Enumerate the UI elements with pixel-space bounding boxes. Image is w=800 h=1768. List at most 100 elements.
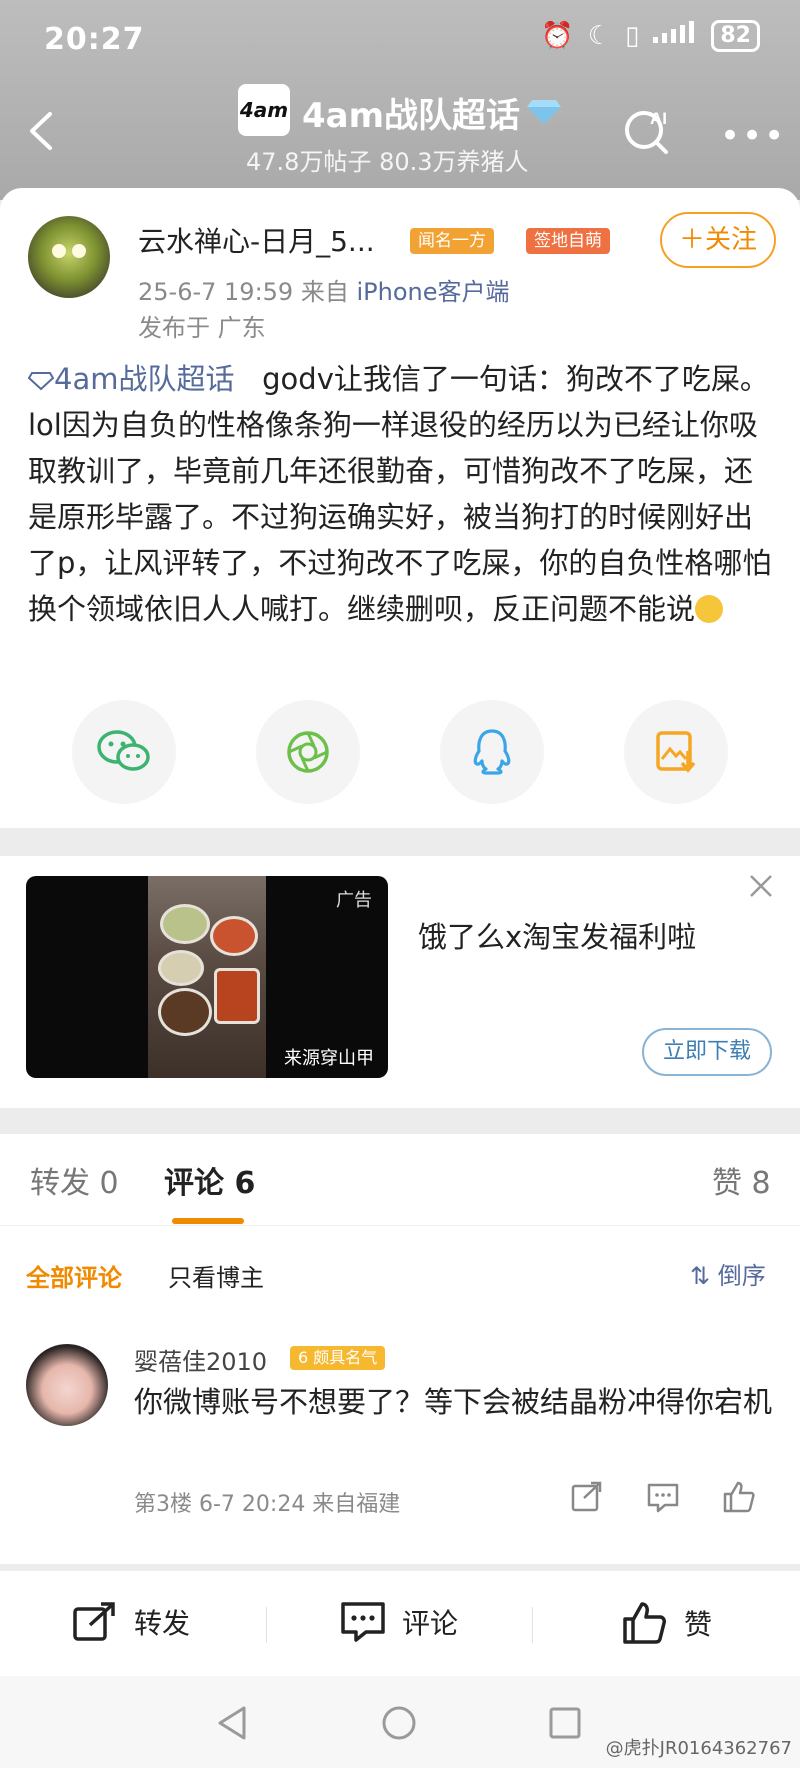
ai-search-icon: AI: [625, 109, 668, 154]
ad-image[interactable]: 广告 来源穿山甲: [26, 876, 388, 1078]
repost-icon: [73, 1602, 115, 1641]
more-button[interactable]: •••: [720, 116, 786, 156]
active-tab-indicator: [172, 1218, 244, 1224]
triangle-back-icon: [218, 1706, 246, 1740]
ad-card[interactable]: 广告 来源穿山甲 饿了么x淘宝发福利啦 立即下载: [0, 856, 800, 1108]
commenter-name[interactable]: 婴蓓佳2010: [134, 1342, 267, 1377]
comment-icon: [647, 1483, 679, 1513]
bottom-like-label: 赞: [684, 1608, 713, 1641]
sort-icon: ⇅: [690, 1262, 711, 1290]
ad-title[interactable]: 饿了么x淘宝发福利啦: [418, 914, 696, 956]
topic-tag-text: 4am战队超话: [54, 362, 235, 396]
topic-header: 4am 4am战队超话 47.8万帖子 80.3万养猪人 AI •••: [0, 80, 800, 180]
post-from-label: 来自: [300, 278, 349, 306]
comment-item: 婴蓓佳2010 6 颇具名气 你微博账号不想要了？等下会被结晶粉冲得你宕机 第3…: [0, 1334, 800, 1534]
comment-actions: [568, 1478, 758, 1516]
post-card: 云水禅心-日月_5... 闻名一方 签地自萌 ＋关注 25-6-7 19:59 …: [0, 188, 800, 828]
thumbs-up-icon: [623, 1602, 666, 1644]
nav-recents-button[interactable]: [546, 1704, 584, 1742]
ad-close-button[interactable]: [748, 872, 774, 907]
tab-like[interactable]: 赞 8: [712, 1158, 771, 1202]
nav-back-button[interactable]: [214, 1704, 252, 1742]
diamond-badge-icon: [526, 98, 562, 126]
divider: [266, 1607, 267, 1643]
author-badge-fame[interactable]: 闻名一方: [410, 228, 494, 254]
interaction-tabs: 转发 0 评论 6 赞 8: [0, 1134, 800, 1226]
author-badge-local[interactable]: 签地自萌: [526, 228, 610, 254]
tab-comment[interactable]: 评论 6: [164, 1158, 255, 1202]
ad-food-photo: [148, 876, 266, 1078]
comment-meta: 第3楼 6-7 20:24 来自福建: [134, 1492, 401, 1517]
repost-icon: [571, 1481, 602, 1512]
comment-filter-row: 全部评论 只看博主 ⇅ 倒序: [0, 1226, 800, 1316]
system-nav-bar: @虎扑JR0164362767: [0, 1676, 800, 1768]
comment-icon: [341, 1602, 385, 1642]
post-text: 4am战队超话 godv让我信了一句话：狗改不了吃屎。lol因为自负的性格像条狗…: [27, 356, 778, 632]
status-icons: ⏰ ☾ ▯ 82: [541, 20, 760, 52]
share-qq-button[interactable]: [440, 700, 544, 804]
back-button[interactable]: [22, 106, 62, 156]
comment-text: 你微博账号不想要了？等下会被结晶粉冲得你宕机: [134, 1385, 773, 1419]
filter-author-only[interactable]: 只看博主: [168, 1258, 264, 1293]
comment-repost-button[interactable]: [568, 1478, 606, 1516]
vibrate-icon: ▯: [625, 21, 640, 51]
more-dots-icon: •••: [720, 116, 787, 156]
post-body-text: godv让我信了一句话：狗改不了吃屎。lol因为自负的性格像条狗一样退役的经历以…: [28, 362, 772, 626]
author-name[interactable]: 云水禅心-日月_5...: [138, 220, 375, 260]
ad-source: 来源穿山甲: [284, 1048, 374, 1069]
filter-all-comments[interactable]: 全部评论: [26, 1258, 122, 1293]
topic-diamond-icon: [27, 372, 55, 391]
wechat-icon: [97, 730, 150, 771]
sad-emoji-icon: [695, 595, 724, 623]
ad-label: 广告: [336, 890, 372, 911]
ai-search-button[interactable]: AI: [620, 102, 676, 158]
post-date: 25-6-7 19:59: [138, 278, 294, 306]
moon-icon: ☾: [587, 21, 612, 51]
bottom-repost-label: 转发: [134, 1607, 191, 1640]
badge-label: 颇具名气: [313, 1348, 378, 1367]
post-source[interactable]: iPhone客户端: [356, 278, 509, 306]
comment-reply-button[interactable]: [644, 1478, 682, 1516]
comments-section: 转发 0 评论 6 赞 8 全部评论 只看博主 ⇅ 倒序 婴蓓佳2010 6 颇…: [0, 1134, 800, 1564]
status-bar: 20:27 ⏰ ☾ ▯ 82: [0, 0, 800, 80]
bottom-comment-button[interactable]: 评论: [340, 1601, 458, 1643]
circle-home-icon: [382, 1706, 416, 1740]
bottom-like-button[interactable]: 赞: [622, 1601, 712, 1645]
save-image-button[interactable]: [624, 700, 728, 804]
battery-icon: 82: [711, 20, 760, 52]
bottom-action-bar: 转发 评论 赞: [0, 1570, 800, 1676]
tab-repost[interactable]: 转发 0: [30, 1158, 119, 1202]
ad-download-button[interactable]: 立即下载: [642, 1028, 772, 1076]
moments-icon: [287, 731, 329, 773]
square-recents-icon: [549, 1707, 581, 1739]
qq-icon: [473, 729, 511, 775]
author-avatar[interactable]: [28, 216, 110, 298]
back-arrow-icon: [30, 112, 52, 150]
topic-logo: 4am: [238, 84, 290, 136]
commenter-badge[interactable]: 6 颇具名气: [290, 1346, 386, 1370]
watermark: @虎扑JR0164362767: [605, 1738, 792, 1759]
sort-button[interactable]: ⇅ 倒序: [690, 1256, 766, 1291]
nav-home-button[interactable]: [380, 1704, 418, 1742]
status-time: 20:27: [44, 22, 145, 57]
bottom-comment-label: 评论: [402, 1607, 459, 1640]
topic-tag-link[interactable]: 4am战队超话: [27, 362, 244, 396]
thumbs-up-icon: [723, 1481, 755, 1513]
alarm-icon: ⏰: [541, 21, 574, 51]
badge-level: 6: [298, 1348, 309, 1367]
bottom-repost-button[interactable]: 转发: [72, 1601, 190, 1643]
topic-stats: 47.8万帖子 80.3万养猪人: [246, 148, 529, 176]
save-image-icon: [656, 731, 696, 773]
comment-like-button[interactable]: [720, 1478, 758, 1516]
post-meta: 25-6-7 19:59 来自 iPhone客户端: [138, 272, 510, 307]
post-location: 发布于 广东: [138, 314, 266, 342]
signal-icon: [653, 20, 697, 52]
follow-button[interactable]: ＋关注: [660, 212, 776, 268]
topic-title[interactable]: 4am战队超话: [302, 88, 520, 137]
share-moments-button[interactable]: [256, 700, 360, 804]
sort-label: 倒序: [717, 1262, 766, 1290]
share-wechat-button[interactable]: [72, 700, 176, 804]
svg-text:AI: AI: [650, 109, 667, 128]
divider: [532, 1607, 533, 1643]
commenter-avatar[interactable]: [26, 1344, 108, 1426]
